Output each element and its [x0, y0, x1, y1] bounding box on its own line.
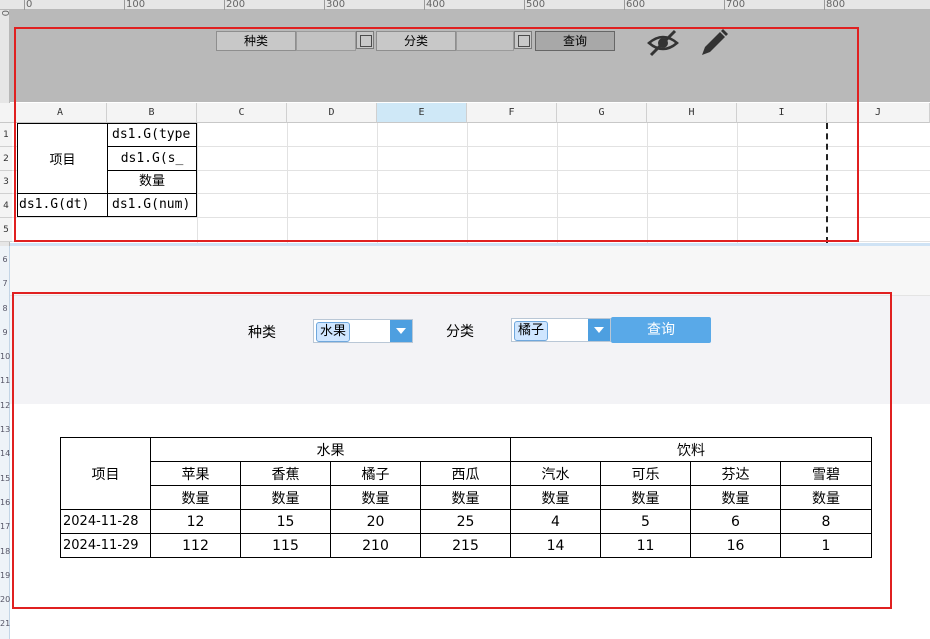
horizontal-ruler: 0 100 200 300 400 500 600 700 800	[0, 0, 930, 10]
preview-toolbar	[10, 246, 930, 296]
ruler-mark: 400	[426, 0, 446, 10]
ruler-mark: 500	[526, 0, 546, 10]
ruler-mark: 800	[826, 0, 846, 10]
ruler-mark: 0	[0, 10, 10, 17]
row-header-5[interactable]: 5	[0, 218, 12, 242]
highlight-frame-designer	[14, 27, 859, 242]
ruler-mark: 300	[326, 0, 346, 10]
ruler-mark: 700	[726, 0, 746, 10]
ruler-mark: 100	[126, 0, 146, 10]
ruler-mark: 600	[626, 0, 646, 10]
preview-row-numbers: 678 9 10 11 12 13 14 15 16 17 18 19 20 21	[0, 255, 11, 629]
row-header-4[interactable]: 4	[0, 194, 12, 218]
row-header-1[interactable]: 1	[0, 123, 12, 147]
select-all-corner[interactable]	[0, 103, 14, 123]
ruler-mark: 0	[26, 0, 33, 10]
row-header-3[interactable]: 3	[0, 171, 12, 194]
ruler-mark: 200	[226, 0, 246, 10]
highlight-frame-preview	[12, 292, 892, 609]
row-header-2[interactable]: 2	[0, 147, 12, 171]
